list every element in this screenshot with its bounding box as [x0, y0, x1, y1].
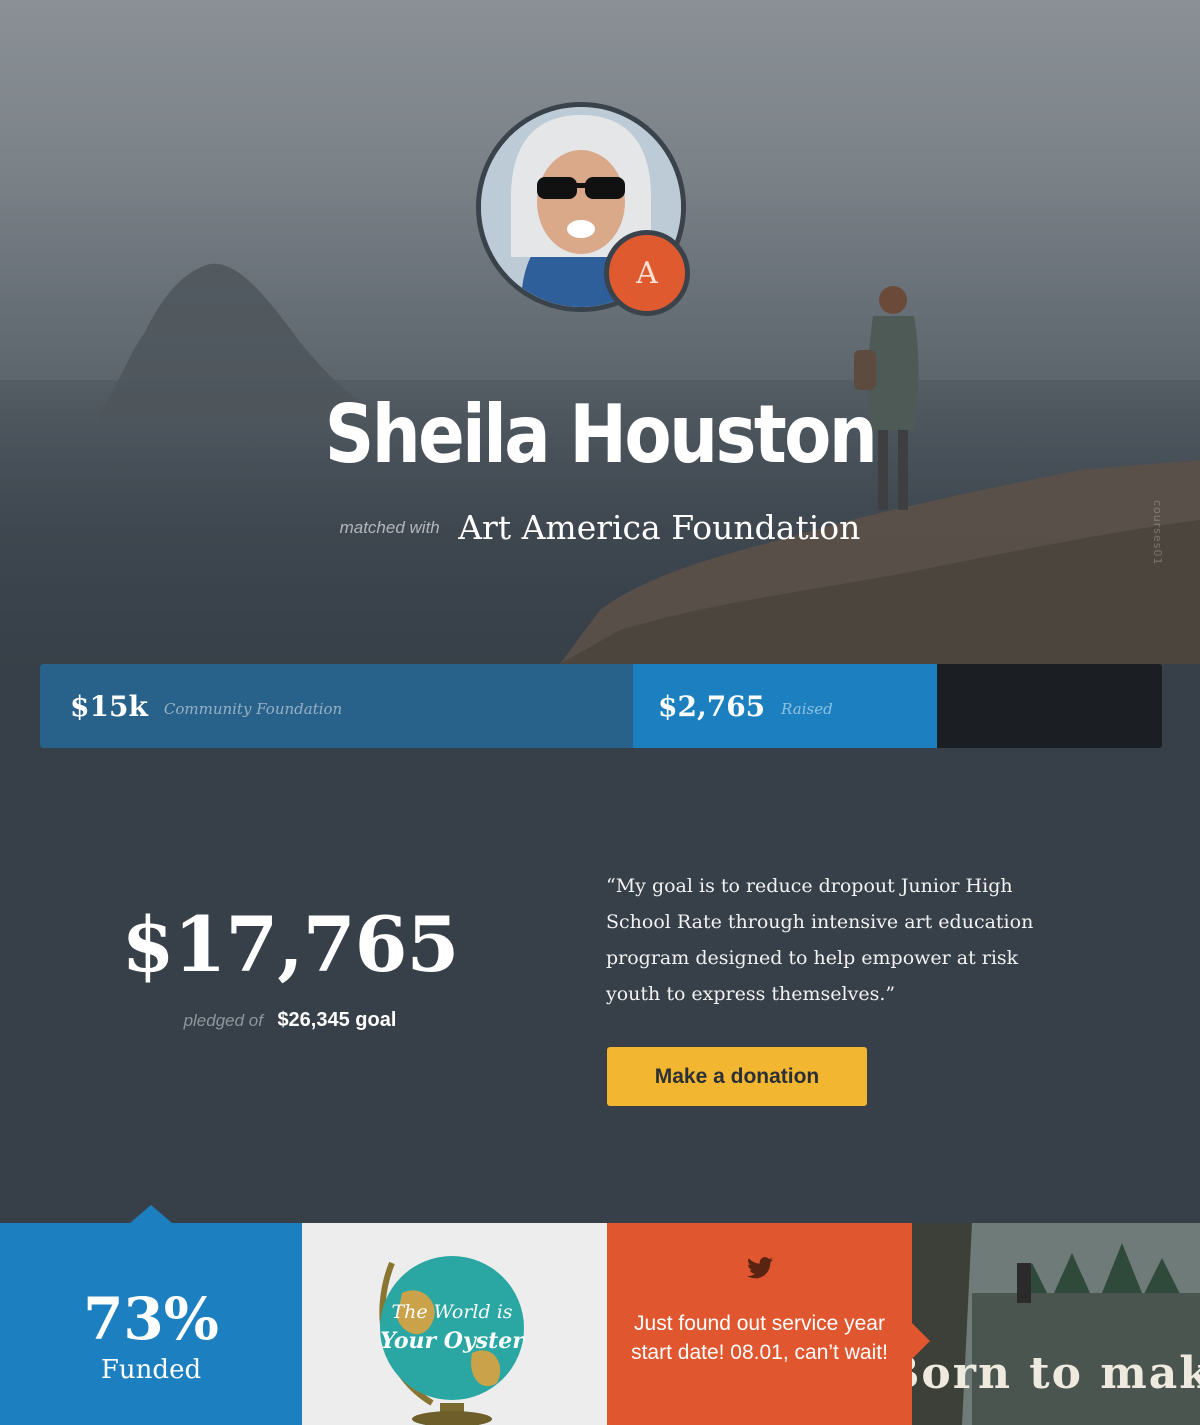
match-line: matched with Art America Foundation: [0, 508, 1200, 547]
matched-with-label: matched with: [339, 517, 440, 537]
pledge-goal-line: pledged of $26,345 goal: [85, 1009, 495, 1032]
organization-link[interactable]: Art America Foundation: [458, 508, 860, 547]
community-label: Community Foundation: [163, 700, 343, 718]
raised-segment: $2,765 Raised: [633, 664, 937, 748]
raised-amount: $2,765: [658, 689, 766, 723]
community-amount: $15k: [70, 689, 148, 723]
profile-quote: “My goal is to reduce dropout Junior Hig…: [606, 875, 1034, 1005]
born-to-make-photo-tile[interactable]: Born to make: [912, 1223, 1200, 1425]
tweet-tile[interactable]: Just found out service year start date! …: [607, 1223, 930, 1425]
photo-overlay-text: Born to make: [912, 1348, 1200, 1399]
pledge-summary: $17,765 pledged of $26,345 goal: [85, 900, 495, 1032]
make-donation-button[interactable]: Make a donation: [607, 1047, 867, 1106]
pledged-of-label: pledged of: [183, 1011, 263, 1030]
globe-photo-tile[interactable]: The World is Your Oyster: [302, 1223, 607, 1425]
avatar-badge: A: [604, 230, 690, 316]
community-segment: $15k Community Foundation: [40, 664, 633, 748]
funded-label: Funded: [100, 1355, 202, 1385]
funded-percent: 73%: [83, 1285, 219, 1353]
pledge-goal: $26,345 goal: [277, 1009, 397, 1031]
funded-tile[interactable]: 73% Funded: [0, 1205, 302, 1425]
forest-photo: Born to make: [912, 1223, 1200, 1425]
raised-label: Raised: [781, 700, 833, 718]
globe-illustration: The World is Your Oyster: [302, 1223, 607, 1425]
twitter-icon: [747, 1257, 773, 1279]
profile-name: Sheila Houston: [324, 388, 878, 481]
globe-text-line1: The World is: [391, 1301, 512, 1323]
profile-avatar[interactable]: A: [476, 102, 690, 316]
profile-hero: courses01 A Sheila Houston matched with …: [0, 0, 1200, 664]
funding-progress-bar: $15k Community Foundation $2,765 Raised: [40, 664, 1162, 748]
pledge-total: $17,765: [121, 900, 460, 989]
feature-tiles: 73% Funded The World is Your Oyster Just…: [0, 1205, 1200, 1425]
globe-text-line2: Your Oyster: [380, 1328, 525, 1354]
tweet-text: Just found out service year start date! …: [631, 1312, 888, 1364]
